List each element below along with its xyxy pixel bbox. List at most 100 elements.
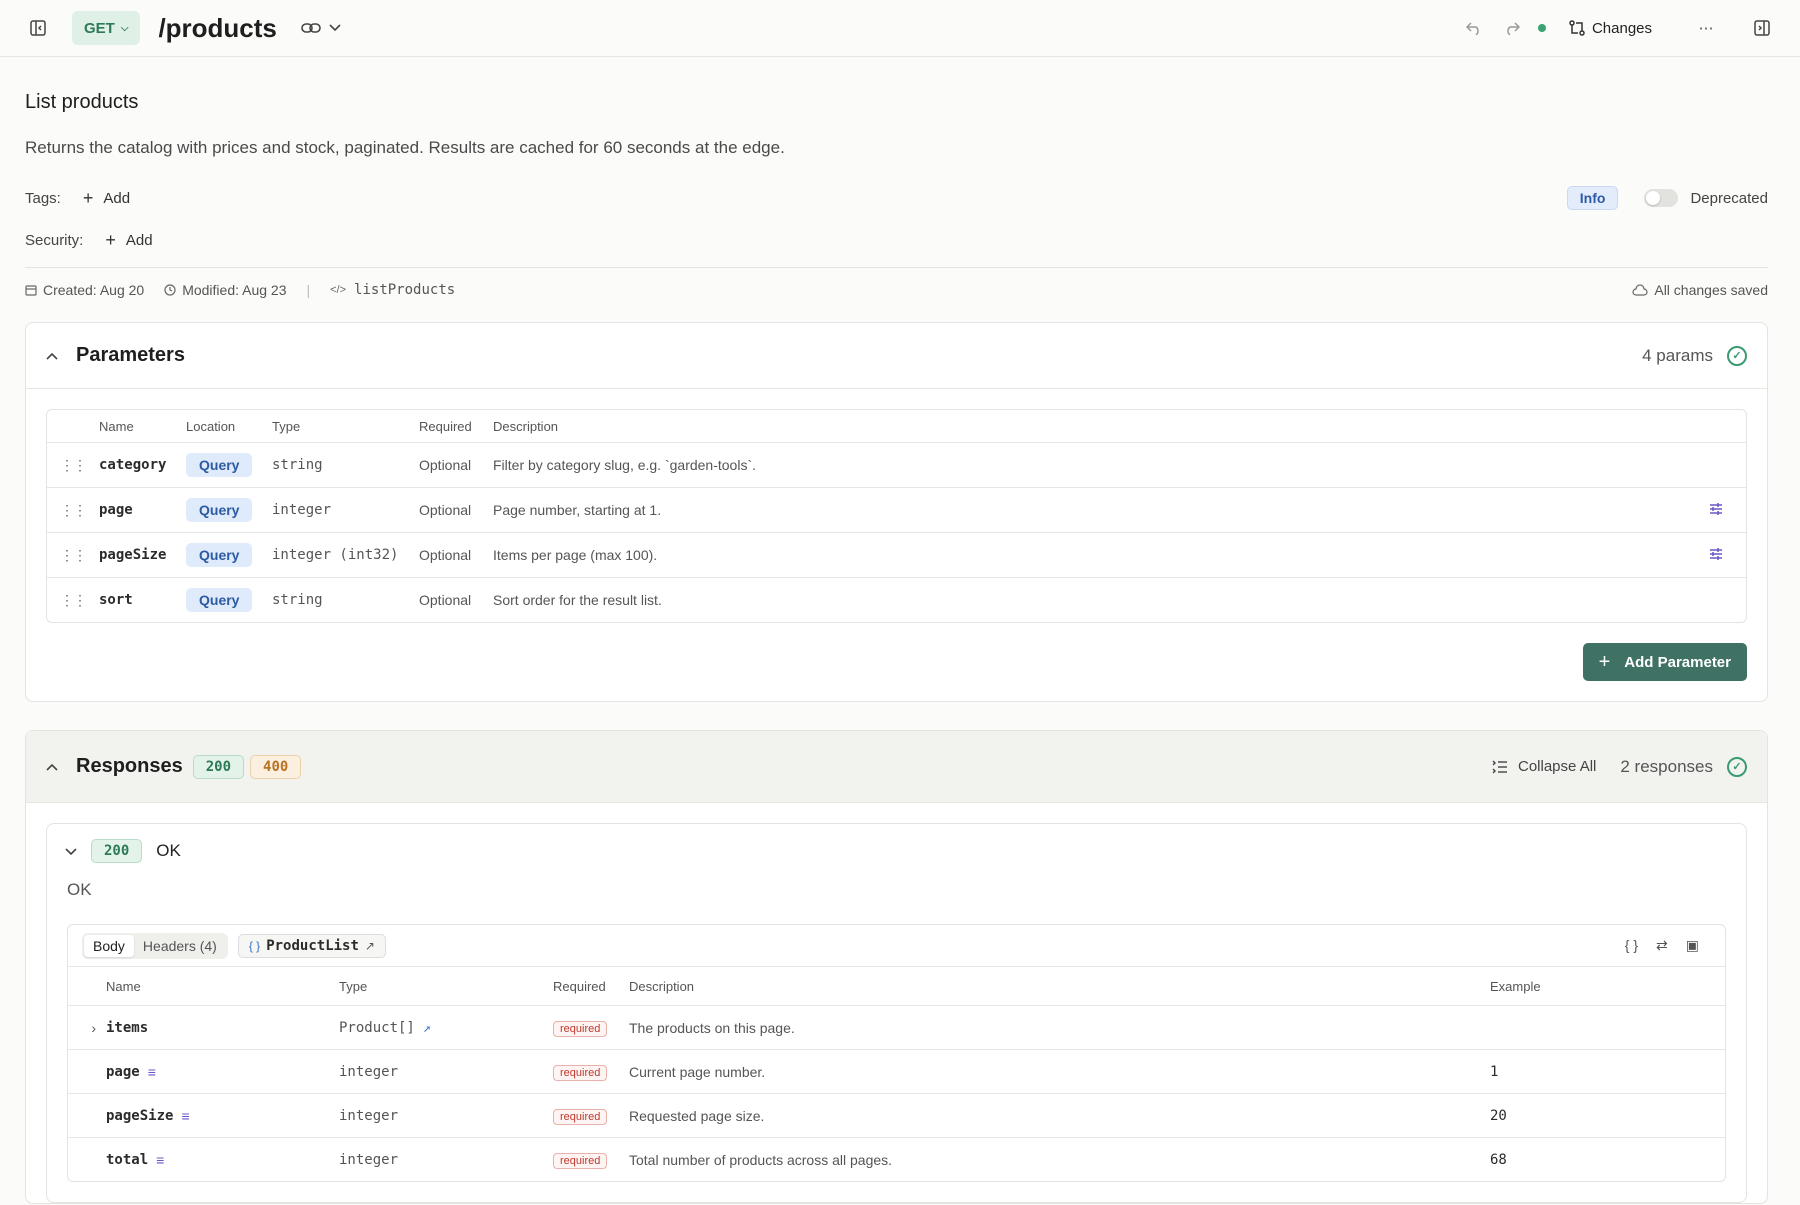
sidebar-toggle-icon[interactable] [26, 16, 50, 40]
field-example[interactable]: 20 [1490, 1108, 1725, 1124]
param-description[interactable]: Sort order for the result list. [493, 592, 1686, 608]
parameter-row[interactable]: ⋮⋮ category Query string Optional Filter… [47, 442, 1746, 487]
field-name-cell[interactable]: pageSize ≡ [106, 1108, 339, 1124]
method-selector[interactable]: GET ⌵ [72, 11, 141, 45]
shuffle-icon[interactable]: ⇄ [1656, 937, 1668, 954]
parameters-title: Parameters [76, 344, 185, 366]
field-name[interactable]: items [106, 1020, 339, 1036]
col-description: Description [629, 978, 695, 994]
param-required[interactable]: Optional [419, 547, 493, 563]
chevron-up-icon[interactable] [46, 347, 58, 364]
param-name[interactable]: page [99, 502, 186, 518]
field-example[interactable]: 68 [1490, 1152, 1725, 1168]
add-tag-button[interactable]: + Add [83, 188, 130, 209]
schema-row[interactable]: pageSize ≡ integer required Requested pa… [68, 1093, 1725, 1137]
param-name[interactable]: pageSize [99, 547, 186, 563]
field-name-cell[interactable]: page ≡ [106, 1064, 339, 1080]
modified-info: Modified: Aug 23 [164, 282, 286, 298]
param-required[interactable]: Optional [419, 502, 493, 518]
field-description[interactable]: Requested page size. [629, 1108, 1490, 1124]
add-parameter-label: Add Parameter [1624, 653, 1731, 671]
field-type[interactable]: integer [339, 1108, 553, 1124]
field-type[interactable]: Product[] ↗ [339, 1020, 553, 1036]
param-type[interactable]: string [272, 592, 419, 608]
field-example[interactable]: 1 [1490, 1064, 1725, 1080]
required-badge: required [553, 1152, 608, 1169]
parameter-row[interactable]: ⋮⋮ pageSize Query integer (int32) Option… [47, 532, 1746, 577]
external-link-icon[interactable]: ↗ [423, 1021, 431, 1036]
param-name[interactable]: sort [99, 592, 186, 608]
parameters-header[interactable]: Parameters 4 params ✓ [26, 323, 1767, 389]
param-required[interactable]: Optional [419, 457, 493, 473]
package-icon[interactable]: ▣ [1686, 937, 1699, 954]
param-description[interactable]: Filter by category slug, e.g. `garden-to… [493, 457, 1686, 473]
drag-handle-icon[interactable]: ⋮⋮ [47, 457, 99, 474]
more-options-icon[interactable]: ⋯ [1694, 16, 1718, 40]
collapse-all-button[interactable]: Collapse All [1492, 758, 1596, 775]
field-type[interactable]: integer [339, 1064, 553, 1080]
chevron-down-icon[interactable] [65, 843, 77, 860]
param-type[interactable]: integer (int32) [272, 547, 419, 563]
operation-description[interactable]: Returns the catalog with prices and stoc… [25, 138, 1768, 158]
add-security-button[interactable]: + Add [105, 230, 152, 251]
changes-button[interactable]: Changes [1560, 19, 1660, 37]
chevron-down-icon[interactable] [323, 16, 347, 40]
add-parameter-button[interactable]: + Add Parameter [1582, 643, 1747, 681]
field-description[interactable]: The products on this page. [629, 1020, 1490, 1036]
field-description[interactable]: Current page number. [629, 1064, 1490, 1080]
param-description[interactable]: Items per page (max 100). [493, 547, 1686, 563]
parameter-row[interactable]: ⋮⋮ sort Query string Optional Sort order… [47, 577, 1746, 622]
schema-row[interactable]: total ≡ integer required Total number of… [68, 1137, 1725, 1181]
response-status-text[interactable]: OK [156, 841, 181, 861]
param-name[interactable]: category [99, 457, 186, 473]
drag-handle-icon[interactable]: ⋮⋮ [47, 592, 99, 609]
param-type[interactable]: integer [272, 502, 419, 518]
field-type-text: Product[] [339, 1019, 415, 1036]
link-icon[interactable] [299, 16, 323, 40]
constraints-icon[interactable]: ≡ [181, 1108, 189, 1124]
tab-headers[interactable]: Headers (4) [134, 935, 226, 957]
undo-icon[interactable] [1462, 16, 1486, 40]
external-link-icon: ↗ [364, 938, 375, 953]
json-view-icon[interactable]: { } [1625, 937, 1638, 954]
constraints-icon[interactable]: ≡ [156, 1152, 164, 1168]
response-card-header[interactable]: 200 OK [47, 824, 1746, 878]
info-badge[interactable]: Info [1566, 186, 1619, 210]
tab-body[interactable]: Body [84, 934, 134, 957]
drag-handle-icon[interactable]: ⋮⋮ [47, 547, 99, 564]
panel-toggle-icon[interactable] [1750, 16, 1774, 40]
redo-icon[interactable] [1500, 16, 1524, 40]
operation-title[interactable]: List products [25, 91, 1768, 114]
param-location[interactable]: Query [186, 543, 253, 567]
responses-header[interactable]: Responses 200 400 Collapse All 2 respons… [26, 731, 1767, 803]
field-description[interactable]: Total number of products across all page… [629, 1152, 1490, 1168]
chevron-right-icon[interactable]: › [68, 1020, 106, 1036]
param-location[interactable]: Query [186, 453, 253, 477]
model-reference[interactable]: { } ProductList ↗ [237, 933, 386, 958]
endpoint-path[interactable]: /products [158, 13, 276, 44]
chevron-up-icon[interactable] [46, 758, 58, 775]
param-location[interactable]: Query [186, 498, 253, 522]
param-location[interactable]: Query [186, 588, 253, 612]
field-type[interactable]: integer [339, 1152, 553, 1168]
schema-row[interactable]: › items Product[] ↗ required The products… [68, 1005, 1725, 1049]
parameter-row[interactable]: ⋮⋮ page Query integer Optional Page numb… [47, 487, 1746, 532]
drag-handle-icon[interactable]: ⋮⋮ [47, 502, 99, 519]
code-icon: </> [330, 284, 347, 296]
constraints-icon[interactable] [1686, 502, 1746, 519]
field-name-cell[interactable]: total ≡ [106, 1152, 339, 1168]
deprecated-toggle[interactable] [1644, 189, 1679, 207]
param-type[interactable]: string [272, 457, 419, 473]
constraints-icon[interactable]: ≡ [148, 1064, 156, 1080]
response-code-badge[interactable]: 400 [250, 754, 302, 779]
operation-id[interactable]: </> listProducts [330, 282, 455, 298]
response-code[interactable]: 200 [91, 839, 143, 863]
schema-row[interactable]: page ≡ integer required Current page num… [68, 1049, 1725, 1093]
param-required[interactable]: Optional [419, 592, 493, 608]
constraints-icon[interactable] [1686, 547, 1746, 564]
response-description[interactable]: OK [47, 880, 1746, 900]
param-description[interactable]: Page number, starting at 1. [493, 502, 1686, 518]
response-code-badge[interactable]: 200 [192, 754, 245, 779]
sync-status-dot [1537, 24, 1546, 32]
add-tag-label: Add [103, 189, 131, 207]
